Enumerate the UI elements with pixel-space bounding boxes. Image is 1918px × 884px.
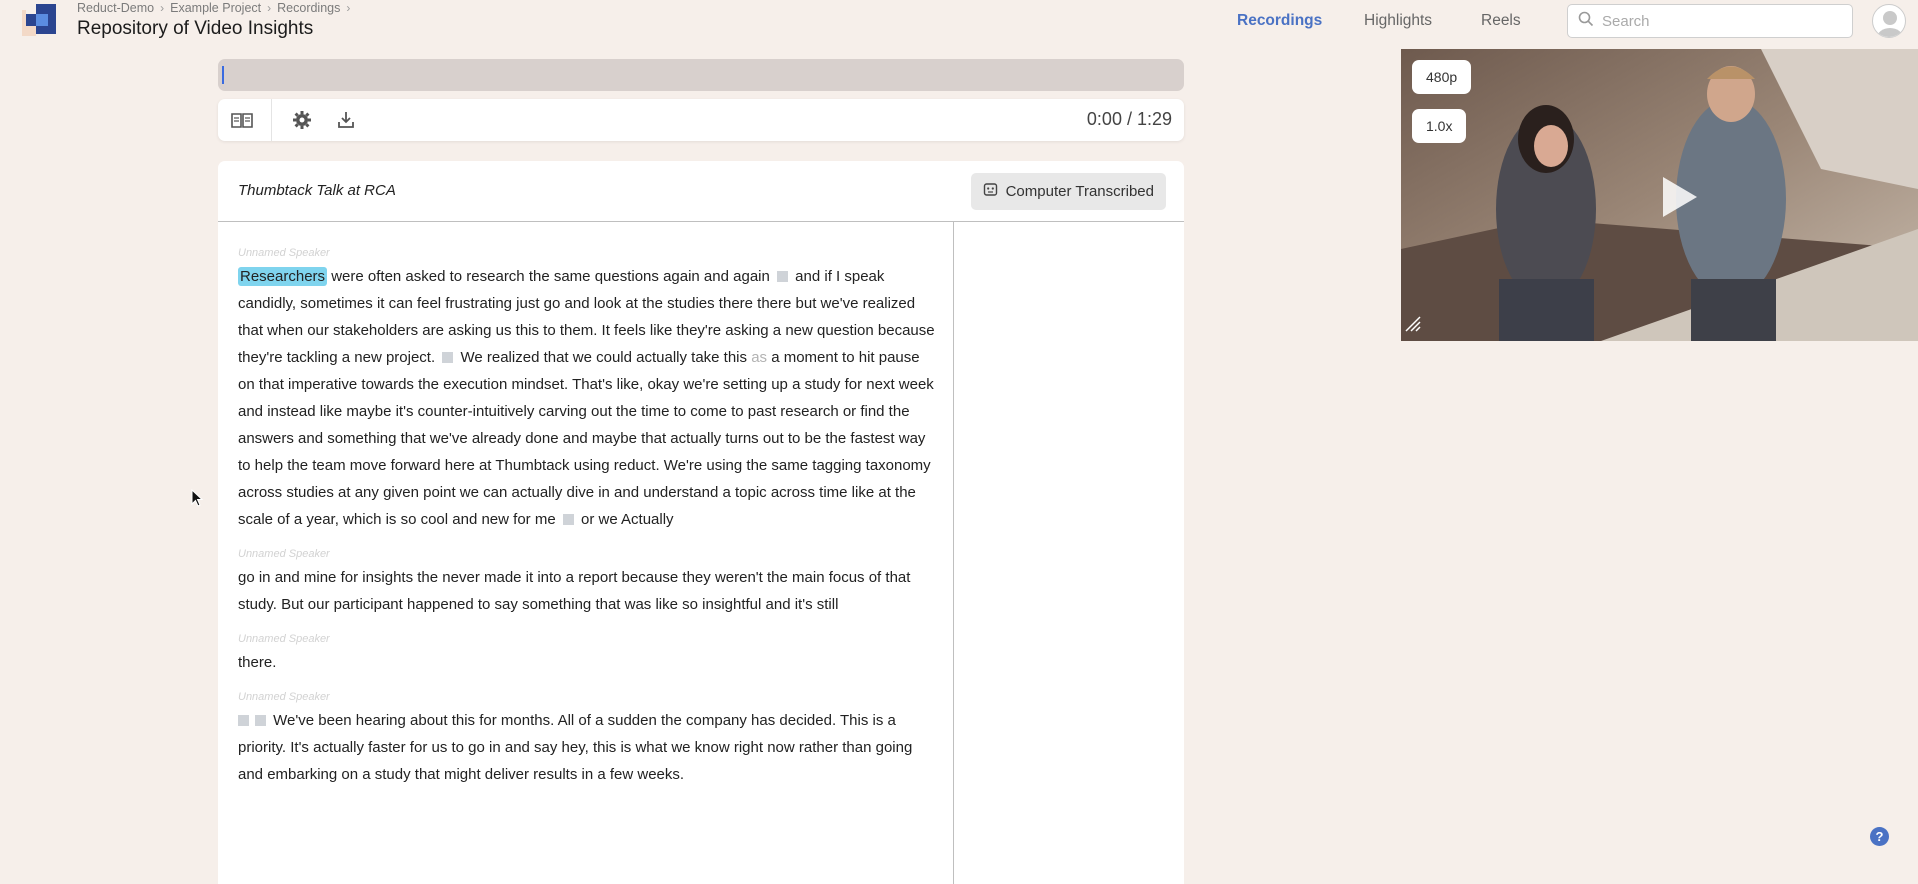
help-button[interactable]: ? [1870,827,1889,846]
transcript-paragraph[interactable]: there. [238,649,938,676]
player-controls: 0:00 / 1:29 [218,99,1184,141]
transcript-text[interactable]: a moment to hit pause on that imperative… [238,349,934,528]
transcript-header: Thumbtack Talk at RCA Computer Transcrib… [218,161,1184,222]
breadcrumb: Reduct-Demo › Example Project › Recordin… [77,1,350,15]
search-icon [1578,11,1594,32]
transcript-segment: Unnamed Speaker Researchers were often a… [238,246,938,533]
speaker-label[interactable]: Unnamed Speaker [238,246,938,260]
robot-icon [983,182,998,201]
mouse-cursor-icon [191,488,204,512]
search-box[interactable] [1567,4,1853,38]
transcript-text[interactable]: We've been hearing about this for months… [238,712,912,783]
user-avatar[interactable] [1872,4,1906,38]
highlighted-word[interactable]: Researchers [238,267,328,286]
transcript-segment: Unnamed Speaker there. [238,632,938,676]
pause-marker-icon [238,715,249,726]
speaker-label[interactable]: Unnamed Speaker [238,690,938,704]
timecode: 0:00 / 1:29 [1086,109,1172,129]
reduct-logo[interactable] [22,2,60,40]
nav-highlights[interactable]: Highlights [1364,12,1432,30]
nav-reels[interactable]: Reels [1481,12,1521,30]
breadcrumb-project[interactable]: Example Project [170,1,261,15]
nav-recordings[interactable]: Recordings [1237,12,1322,30]
play-icon[interactable] [1659,175,1699,224]
gear-icon[interactable] [290,108,314,132]
chevron-right-icon: › [267,1,272,15]
chevron-right-icon: › [346,1,351,15]
resize-handle-icon[interactable] [1405,316,1421,337]
page-title: Repository of Video Insights [77,18,314,39]
computer-transcribed-badge[interactable]: Computer Transcribed [970,173,1166,210]
breadcrumb-org[interactable]: Reduct-Demo [77,1,154,15]
transcript-text[interactable]: or we Actually [577,511,674,528]
transcript-segment: Unnamed Speaker We've been hearing about… [238,690,938,788]
playhead[interactable] [222,66,224,84]
transcript-paragraph[interactable]: go in and mine for insights the never ma… [238,564,938,618]
pause-marker-icon [442,352,454,363]
playback-speed-button[interactable]: 1.0x [1412,109,1467,143]
column-divider [953,222,954,884]
transcript-paragraph[interactable]: We've been hearing about this for months… [238,707,938,788]
transcript-text[interactable]: were often asked to research the same qu… [327,268,774,285]
divider [271,99,272,141]
chevron-right-icon: › [160,1,165,15]
download-icon[interactable] [334,108,358,132]
resolution-button[interactable]: 480p [1412,60,1472,94]
badge-label: Computer Transcribed [1005,183,1154,200]
video-player[interactable]: 480p 1.0x [1401,49,1918,341]
pause-marker-icon [255,715,266,726]
transcript-paragraph[interactable]: Researchers were often asked to research… [238,263,938,533]
transcript-text[interactable]: We realized that we could actually take … [456,349,751,366]
transcript-segment: Unnamed Speaker go in and mine for insig… [238,547,938,618]
transcript-title[interactable]: Thumbtack Talk at RCA [238,182,396,199]
transcript-body: Unnamed Speaker Researchers were often a… [238,246,938,802]
pause-marker-icon [562,514,574,525]
pause-marker-icon [777,271,788,282]
timeline-scrubber[interactable] [218,59,1184,91]
search-input[interactable] [1602,12,1842,30]
book-icon[interactable] [230,108,254,132]
app-header: Reduct-Demo › Example Project › Recordin… [0,0,1918,50]
speaker-label[interactable]: Unnamed Speaker [238,632,938,646]
breadcrumb-recordings[interactable]: Recordings [277,1,340,15]
low-confidence-word[interactable]: as [751,349,767,366]
transcript-card: Thumbtack Talk at RCA Computer Transcrib… [218,161,1184,884]
speaker-label[interactable]: Unnamed Speaker [238,547,938,561]
